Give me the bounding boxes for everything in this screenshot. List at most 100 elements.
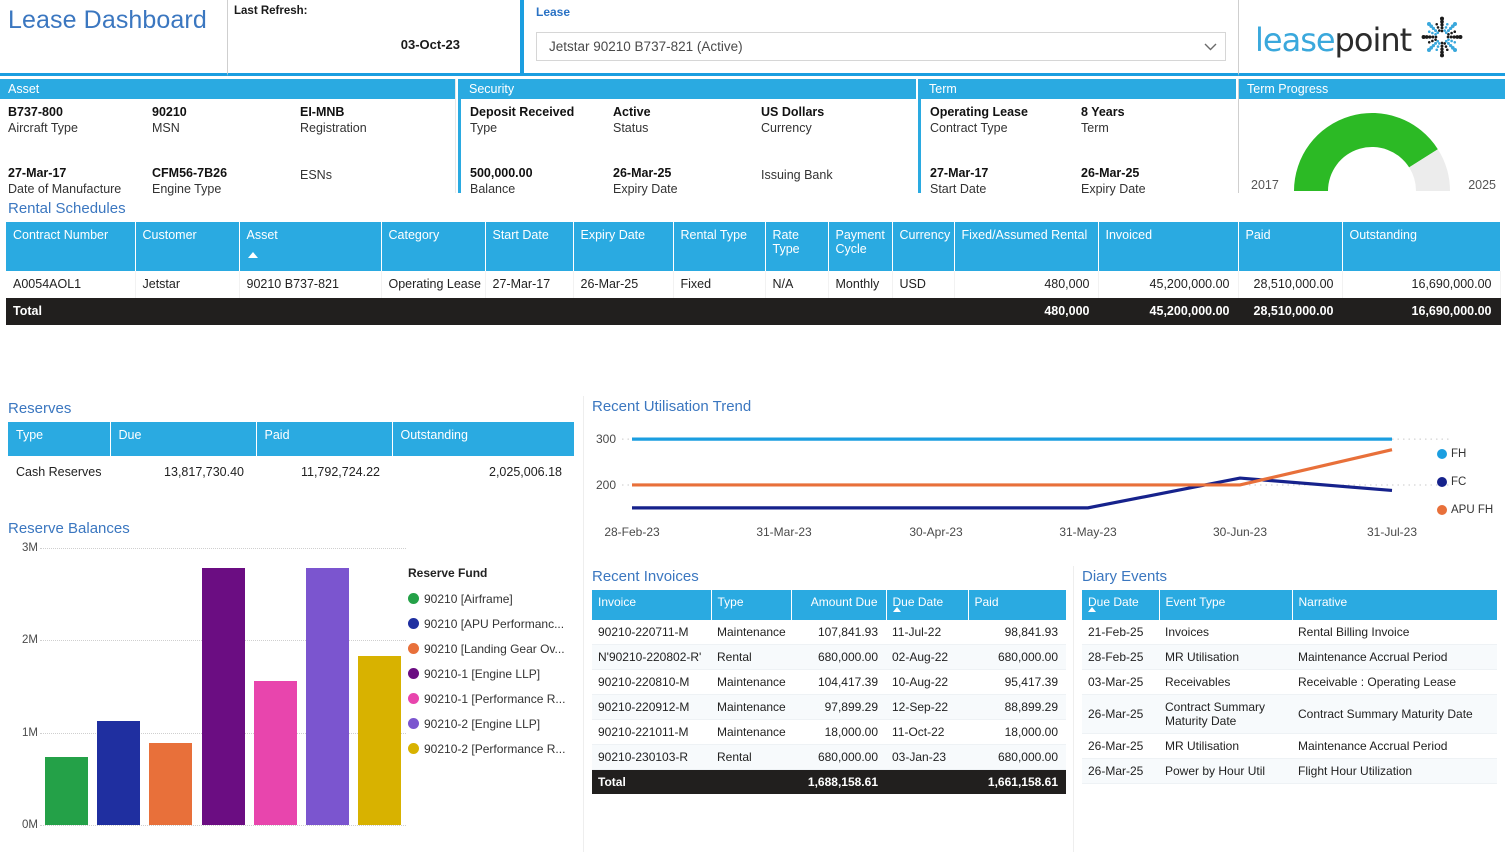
reserves-table: Type Due Paid Outstanding Cash Reserves … <box>8 422 575 488</box>
col-category[interactable]: Category <box>381 222 486 271</box>
cell-rental-type: Fixed <box>673 271 766 298</box>
col-due[interactable]: Due <box>110 422 257 456</box>
col-outstanding[interactable]: Outstanding <box>1342 222 1501 271</box>
col-outstanding[interactable]: Outstanding <box>392 422 575 456</box>
bar[interactable] <box>96 720 140 825</box>
term-field-start-date: 27-Mar-17 Start Date <box>930 166 988 196</box>
field-label: Aircraft Type <box>8 121 78 135</box>
bar[interactable] <box>201 568 245 825</box>
table-row[interactable]: 90210-220711-M Maintenance 107,841.93 11-Ju… <box>592 620 1066 645</box>
sort-ascending-icon <box>892 607 901 612</box>
term-progress-panel: Term Progress 2017 2025 <box>1238 79 1505 193</box>
field-label: Expiry Date <box>1081 182 1146 196</box>
legend-item[interactable]: 90210 [Landing Gear Ov... <box>408 636 583 661</box>
cell-total-invoiced: 45,200,000.00 <box>1098 298 1239 325</box>
col-paid[interactable]: Paid <box>256 422 393 456</box>
lease-select[interactable]: Jetstar 90210 B737-821 (Active) <box>536 32 1226 61</box>
col-due-date[interactable]: Due Date <box>886 590 969 620</box>
security-panel: Security Deposit Received Type Active St… <box>458 79 916 196</box>
col-type[interactable]: Type <box>8 422 111 456</box>
table-row[interactable]: 28-Feb-25 MR Utilisation Maintenance Accru… <box>1082 644 1497 670</box>
sunburst-icon <box>1419 14 1465 65</box>
col-paid[interactable]: Paid <box>968 590 1067 620</box>
field-value: 90210 <box>152 105 187 119</box>
col-event-type[interactable]: Event Type <box>1159 590 1293 620</box>
utilisation-legend: FH FC APU FH <box>1437 440 1499 524</box>
col-rate-type[interactable]: Rate Type <box>765 222 829 271</box>
table-row[interactable]: 26-Mar-25 Contract Summary Maturity Date C… <box>1082 694 1497 734</box>
col-type[interactable]: Type <box>711 590 792 620</box>
asset-field-aircraft-type: B737-800 Aircraft Type <box>8 105 78 135</box>
bar[interactable] <box>306 568 350 825</box>
line-series[interactable] <box>632 476 1393 510</box>
col-paid[interactable]: Paid <box>1238 222 1343 271</box>
cell-paid: 95,417.39 <box>968 669 1066 695</box>
cell-due-date: 11-Jul-22 <box>886 620 968 645</box>
chevron-down-icon[interactable] <box>1195 43 1225 51</box>
diary-events-section: Diary Events Due Date Event Type Narrati… <box>1073 566 1505 852</box>
table-row[interactable]: Cash Reserves 13,817,730.40 11,792,724.2… <box>8 456 574 488</box>
col-customer[interactable]: Customer <box>135 222 240 271</box>
legend-item-label: 90210 [Landing Gear Ov... <box>424 641 565 656</box>
cell-due-date: 12-Sep-22 <box>886 694 968 720</box>
col-payment-cycle[interactable]: Payment Cycle <box>828 222 893 271</box>
table-row[interactable]: 21-Feb-25 Invoices Rental Billing Invoice <box>1082 620 1497 645</box>
legend-items: 90210 [Airframe] 90210 [APU Performanc...… <box>408 586 583 761</box>
col-invoice[interactable]: Invoice <box>592 590 712 620</box>
table-row[interactable]: 26-Mar-25 MR Utilisation Maintenance Accru… <box>1082 733 1497 759</box>
col-contract-number[interactable]: Contract Number <box>6 222 136 271</box>
cell-total-paid: 1,661,158.61 <box>968 769 1066 794</box>
legend-item[interactable]: 90210-1 [Engine LLP] <box>408 661 583 686</box>
term-panel-body: Operating Lease Contract Type 8 Years Te… <box>921 99 1236 196</box>
col-invoiced[interactable]: Invoiced <box>1098 222 1239 271</box>
col-due-date[interactable]: Due Date <box>1082 590 1160 620</box>
x-axis-tick-label: 30-Apr-23 <box>909 525 963 539</box>
legend-item[interactable]: APU FH <box>1437 496 1499 524</box>
cell-due-date: 21-Feb-25 <box>1082 620 1159 645</box>
cell-contract-number: A0054AOL1 <box>6 271 136 298</box>
cell-type: Rental <box>711 744 791 770</box>
legend-item[interactable]: FC <box>1437 468 1499 496</box>
legend-item[interactable]: 90210 [APU Performanc... <box>408 611 583 636</box>
cell-due-date: 26-Mar-25 <box>1082 758 1159 784</box>
cell-outstanding: 2,025,006.18 <box>489 465 562 479</box>
security-panel-title: Security <box>461 79 916 99</box>
table-row[interactable]: 90210-220810-M Maintenance 104,417.39 10-Au… <box>592 669 1066 695</box>
col-rental-type[interactable]: Rental Type <box>673 222 766 271</box>
cell-event-type: Power by Hour Util <box>1159 758 1292 784</box>
x-axis-tick-label: 31-Jul-23 <box>1367 525 1417 539</box>
legend-item[interactable]: FH <box>1437 440 1499 468</box>
table-row[interactable]: N'90210-220802-R' Rental 680,000.00 02-Aug-… <box>592 644 1066 670</box>
cell-event-type: MR Utilisation <box>1159 733 1292 759</box>
col-narrative[interactable]: Narrative <box>1292 590 1498 620</box>
cell-due-date: 26-Mar-25 <box>1082 733 1159 759</box>
cell-category: Operating Lease <box>381 271 486 298</box>
legend-item[interactable]: 90210-2 [Performance R... <box>408 736 583 761</box>
col-currency[interactable]: Currency <box>892 222 955 271</box>
legend-item[interactable]: 90210 [Airframe] <box>408 586 583 611</box>
bar[interactable] <box>358 656 402 825</box>
col-expiry-date[interactable]: Expiry Date <box>573 222 674 271</box>
security-field-issuing-bank: Issuing Bank <box>761 166 833 182</box>
field-label: Registration <box>300 121 367 135</box>
legend-item[interactable]: 90210-1 [Performance R... <box>408 686 583 711</box>
col-amount-due[interactable]: Amount Due <box>791 590 887 620</box>
col-fixed-assumed-rental[interactable]: Fixed/Assumed Rental <box>954 222 1099 271</box>
bar[interactable] <box>253 680 297 825</box>
bar[interactable] <box>44 756 88 825</box>
table-row[interactable]: A0054AOL1 Jetstar 90210 B737-821 Operati… <box>6 271 1501 298</box>
table-row[interactable]: 90210-221011-M Maintenance 18,000.00 11-Oct… <box>592 719 1066 745</box>
table-row[interactable]: 90210-220912-M Maintenance 97,899.29 12-Sep… <box>592 694 1066 720</box>
col-asset[interactable]: Asset <box>239 222 382 271</box>
sort-ascending-icon <box>1088 607 1096 612</box>
cell-type: Maintenance <box>711 719 791 745</box>
bar[interactable] <box>149 742 193 825</box>
table-row[interactable]: 90210-230103-R Rental 680,000.00 03-Jan-23 6… <box>592 744 1066 770</box>
legend-item[interactable]: 90210-2 [Engine LLP] <box>408 711 583 736</box>
table-row[interactable]: 26-Mar-25 Power by Hour Util Flight Hour U… <box>1082 758 1497 784</box>
cell-type: Cash Reserves <box>16 465 102 479</box>
table-row[interactable]: 03-Mar-25 Receivables Receivable : Operati… <box>1082 669 1497 695</box>
col-start-date[interactable]: Start Date <box>485 222 574 271</box>
field-label: Term <box>1081 121 1109 135</box>
cell-narrative: Rental Billing Invoice <box>1292 620 1497 645</box>
